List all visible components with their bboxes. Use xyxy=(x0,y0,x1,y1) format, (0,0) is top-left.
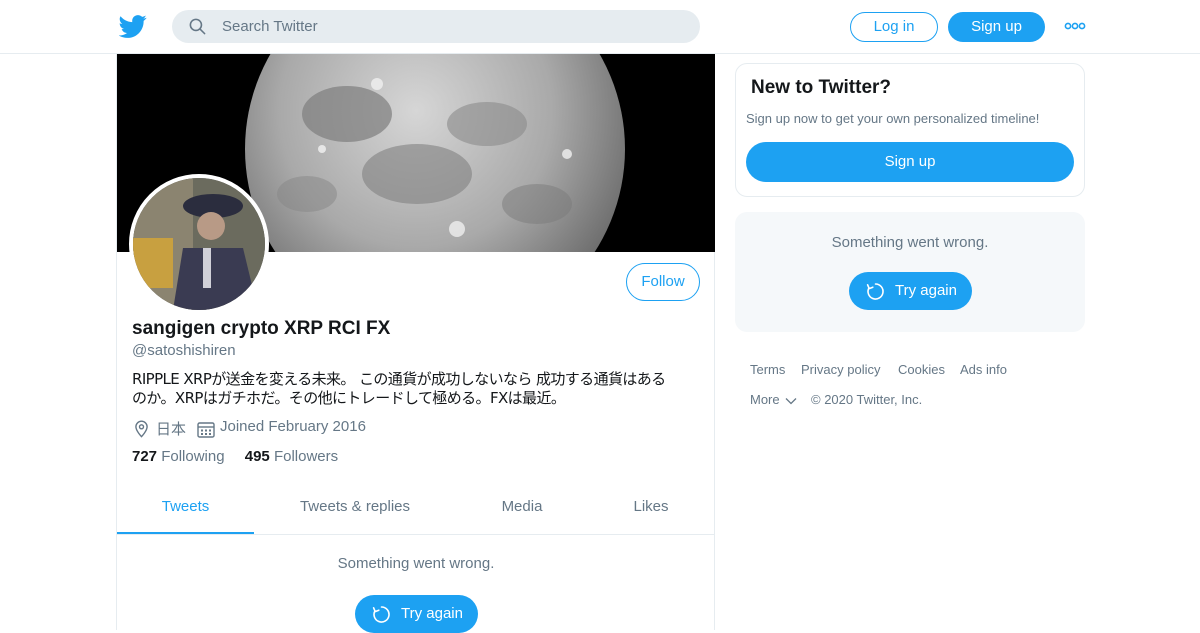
follow-button[interactable]: Follow xyxy=(626,263,700,301)
try-again-label: Try again xyxy=(401,605,463,622)
timeline-error-text: Something went wrong. xyxy=(337,555,495,572)
tab-tweets[interactable]: Tweets xyxy=(117,486,254,534)
footer-link-cookies[interactable]: Cookies xyxy=(898,362,945,377)
tab-tweets-and-replies[interactable]: Tweets & replies xyxy=(282,486,428,534)
sidebar-try-again-button[interactable]: Try again xyxy=(849,272,972,310)
profile-handle[interactable]: @satoshishiren xyxy=(132,342,236,359)
calendar-icon xyxy=(197,422,215,438)
timeline-try-again-button[interactable]: Try again xyxy=(355,595,478,633)
profile-joined-date: Joined February 2016 xyxy=(220,418,366,435)
profile-bio: RIPPLE XRPが送金を変える未来。 この通貨が成功しないなら 成功する通貨… xyxy=(132,370,702,408)
search-box[interactable] xyxy=(172,10,700,43)
twitter-bird-icon[interactable] xyxy=(119,12,147,40)
try-again-label: Try again xyxy=(895,282,957,299)
avatar-image xyxy=(133,178,265,310)
bio-line: のか。XRPはガチホだ。その他にトレードして極める。FXは最近。 xyxy=(132,389,566,407)
display-name: sangigen crypto XRP RCI FX xyxy=(132,318,391,339)
avatar[interactable] xyxy=(129,174,269,314)
login-button[interactable]: Log in xyxy=(850,12,938,42)
new-to-twitter-subtitle: Sign up now to get your own personalized… xyxy=(746,111,1040,126)
more-dots-icon[interactable] xyxy=(1064,19,1086,33)
bio-line: RIPPLE XRPが送金を変える未来。 この通貨が成功しないなら 成功する通貨… xyxy=(132,370,666,388)
chevron-down-icon xyxy=(785,398,797,405)
search-icon xyxy=(189,18,206,35)
sidebar-error-text: Something went wrong. xyxy=(831,234,989,251)
tab-media[interactable]: Media xyxy=(477,486,567,534)
followers-label: Followers xyxy=(273,448,339,465)
footer-more-link[interactable]: More xyxy=(750,392,797,407)
tab-likes[interactable]: Likes xyxy=(612,486,690,534)
location-pin-icon xyxy=(135,420,148,438)
followers-count: 495 xyxy=(244,448,270,465)
profile-column: Follow sangigen crypto XRP RCI FX @satos… xyxy=(116,54,715,633)
signup-button[interactable]: Sign up xyxy=(948,12,1045,42)
sidebar-signup-button[interactable]: Sign up xyxy=(746,142,1074,182)
sidebar-error-card: Something went wrong. Try again xyxy=(735,212,1085,332)
following-stat[interactable]: 727 Following xyxy=(132,448,225,465)
copyright-text: © 2020 Twitter, Inc. xyxy=(811,392,923,407)
footer-more-label: More xyxy=(750,392,780,407)
refresh-icon xyxy=(372,606,390,623)
followers-stat[interactable]: 495 Followers xyxy=(245,448,338,465)
profile-stats: 727 Following 495 Followers xyxy=(132,448,338,465)
new-to-twitter-card: New to Twitter? Sign up now to get your … xyxy=(735,63,1085,197)
following-label: Following xyxy=(161,448,225,465)
search-input[interactable] xyxy=(222,10,682,43)
top-navigation-bar: Log in Sign up xyxy=(0,0,1200,54)
footer-link-ads-info[interactable]: Ads info xyxy=(960,362,1007,377)
new-to-twitter-title: New to Twitter? xyxy=(751,77,892,98)
following-count: 727 xyxy=(132,448,158,465)
footer-link-terms[interactable]: Terms xyxy=(750,362,785,377)
profile-location: 日本 xyxy=(156,421,187,438)
profile-tabs: Tweets Tweets & replies Media Likes xyxy=(117,486,715,535)
refresh-icon xyxy=(866,283,884,300)
footer-link-privacy-policy[interactable]: Privacy policy xyxy=(801,362,880,377)
